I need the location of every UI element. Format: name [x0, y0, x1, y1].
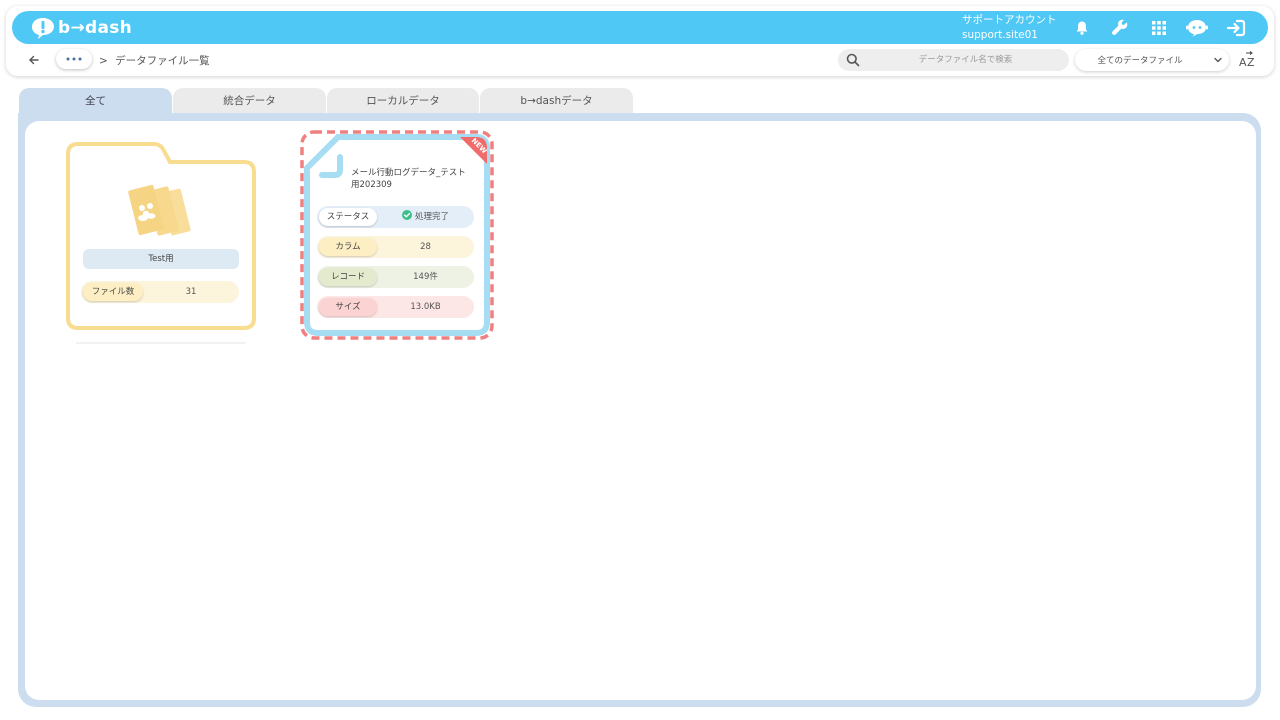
svg-text:A: A [1239, 56, 1247, 69]
search-input[interactable] [868, 49, 1063, 71]
more-dots-icon [66, 57, 82, 61]
file-records-row: レコード 149件 [317, 266, 474, 288]
file-status-label: ステータス [319, 208, 377, 226]
svg-text:Z: Z [1247, 56, 1255, 69]
file-records-value: 149件 [413, 272, 438, 282]
file-size-value: 13.0KB [410, 302, 441, 312]
sort-az-icon[interactable]: A Z [1238, 51, 1256, 69]
account-info[interactable]: サポートアカウント support.site01 [962, 13, 1057, 43]
folder-divider [76, 342, 246, 344]
file-size-row: サイズ 13.0KB [317, 296, 474, 318]
tab-integrated-data[interactable]: 統合データ [173, 88, 326, 116]
logout-icon[interactable] [1224, 16, 1248, 40]
breadcrumb-separator: > [99, 55, 108, 67]
chevron-down-icon [1214, 57, 1222, 63]
folder-name: Test用 [83, 249, 239, 269]
file-type-select[interactable]: 全てのデータファイル [1075, 49, 1229, 71]
file-columns-value: 28 [420, 242, 431, 252]
account-name: サポートアカウント [962, 14, 1057, 26]
logo-text: b→dash [58, 18, 133, 38]
tab-bdash-data[interactable]: b→dashデータ [480, 88, 633, 116]
file-records-label: レコード [319, 268, 377, 286]
chat-bot-icon[interactable] [1185, 16, 1209, 40]
file-columns-row: カラム 28 [317, 236, 474, 258]
file-type-select-value: 全てのデータファイル [1097, 56, 1183, 66]
top-bar: b→dash サポートアカウント support.site01 [12, 11, 1268, 44]
file-status-value: 処理完了 [377, 206, 474, 228]
folder-file-count-row: ファイル数 31 [81, 281, 239, 303]
folder-file-count-value: 31 [185, 287, 197, 297]
check-circle-icon [401, 210, 412, 220]
account-site: support.site01 [962, 29, 1038, 41]
search-icon [846, 53, 860, 67]
file-title: メール行動ログデータ_テスト用202309 [351, 168, 466, 190]
back-arrow-icon[interactable] [26, 52, 42, 68]
file-status-row: ステータス 処理完了 [317, 206, 474, 228]
header: b→dash サポートアカウント support.site01 > データファイ… [6, 6, 1274, 76]
breadcrumb-current: データファイル一覧 [115, 55, 210, 67]
logo-mark-icon [32, 18, 54, 39]
file-status-text: 処理完了 [414, 212, 449, 222]
file-columns-label: カラム [319, 238, 377, 256]
sub-bar: > データファイル一覧 全てのデータファイル A Z [6, 46, 1274, 74]
wrench-icon[interactable] [1108, 16, 1132, 40]
tab-local-data[interactable]: ローカルデータ [327, 88, 479, 116]
folder-file-count-label: ファイル数 [83, 283, 143, 301]
breadcrumb-more-button[interactable] [56, 49, 92, 69]
grid-icon[interactable] [1147, 16, 1171, 40]
tab-all[interactable]: 全て [19, 88, 172, 116]
bell-icon[interactable] [1070, 16, 1094, 40]
file-size-label: サイズ [319, 298, 377, 316]
logo[interactable]: b→dash [30, 16, 132, 40]
breadcrumb: > データファイル一覧 [99, 53, 210, 68]
search-box[interactable] [838, 49, 1069, 71]
